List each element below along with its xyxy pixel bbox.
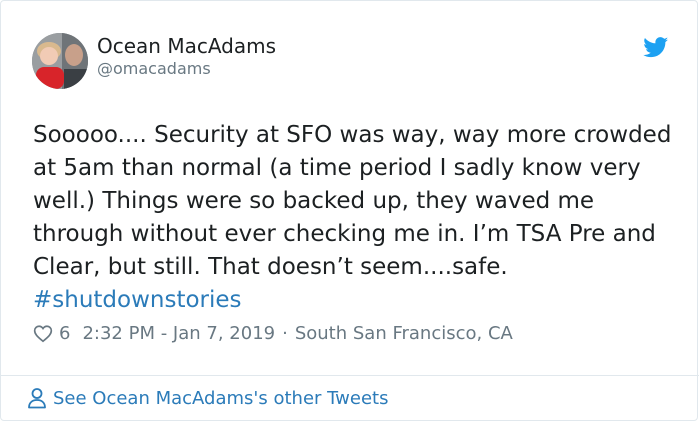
author-handle[interactable]: @omacadams: [97, 59, 211, 78]
see-other-tweets-label: See Ocean MacAdams's other Tweets: [53, 387, 389, 409]
person-icon: [28, 388, 46, 409]
heart-icon[interactable]: [33, 324, 53, 343]
see-other-tweets-link[interactable]: See Ocean MacAdams's other Tweets: [27, 387, 388, 409]
tweet-body: Sooooo.... Security at SFO was way, way …: [33, 122, 672, 280]
tweet-location[interactable]: South San Francisco, CA: [295, 323, 513, 344]
like-count[interactable]: 6: [59, 323, 70, 344]
tweet-text: Sooooo.... Security at SFO was way, way …: [33, 119, 683, 317]
meta-separator: ·: [282, 323, 288, 344]
divider: [1, 375, 699, 376]
tweet-timestamp[interactable]: 2:32 PM - Jan 7, 2019: [82, 323, 275, 344]
twitter-bird-icon[interactable]: [643, 37, 669, 58]
avatar-photo: [32, 33, 88, 89]
tweet-meta: 6 2:32 PM - Jan 7, 2019 · South San Fran…: [33, 323, 513, 344]
author-name[interactable]: Ocean MacAdams: [97, 34, 276, 58]
tweet-card: Ocean MacAdams @omacadams Sooooo.... Sec…: [0, 0, 699, 421]
hashtag-link[interactable]: #shutdownstories: [33, 287, 242, 313]
avatar[interactable]: [32, 33, 88, 89]
